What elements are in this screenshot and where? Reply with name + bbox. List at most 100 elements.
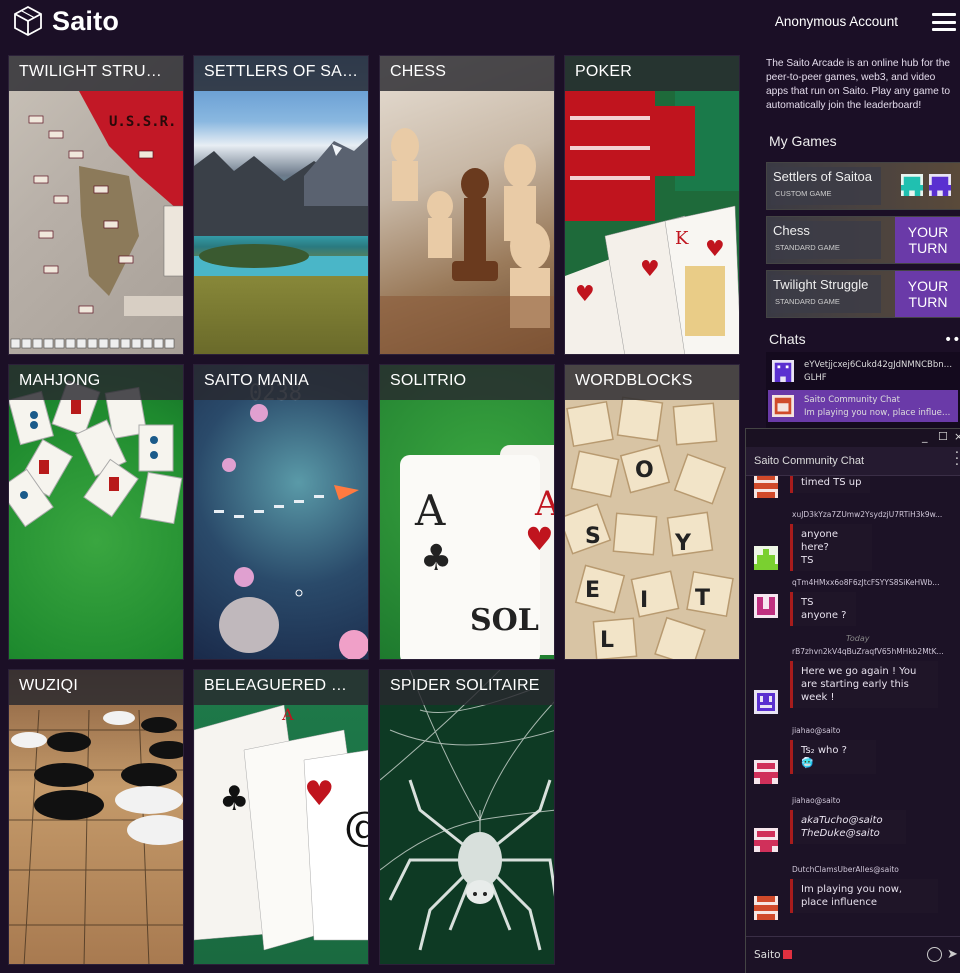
- saito-mania-art: 0238: [214, 381, 368, 659]
- svg-text:♥: ♥: [640, 257, 660, 282]
- your-turn-badge: YOUR TURN: [895, 217, 960, 263]
- user-avatar-icon: [754, 594, 778, 618]
- account-button[interactable]: Anonymous Account: [775, 14, 898, 29]
- close-icon[interactable]: ×: [954, 430, 960, 443]
- chat-message: akaTucho@saito TheDuke@saito: [790, 810, 906, 844]
- header: Saito Anonymous Account: [0, 0, 960, 46]
- arcade-intro-text: The Saito Arcade is an online hub for th…: [766, 58, 951, 111]
- game-title: MAHJONG: [9, 365, 183, 400]
- my-game-twilight-struggle[interactable]: Twilight Struggle STANDARD GAME YOUR TUR…: [766, 270, 960, 318]
- svg-text:L: L: [600, 628, 614, 653]
- svg-text:T: T: [695, 586, 710, 611]
- game-title: SETTLERS OF SAITOA: [194, 56, 368, 91]
- my-game-type: STANDARD GAME: [775, 243, 840, 252]
- day-separator: Today: [846, 634, 870, 643]
- user-avatar-icon: [754, 476, 778, 498]
- wuziqi-stones-art: [9, 709, 183, 964]
- chat-message: anyone here? TS: [790, 524, 872, 571]
- svg-text:A: A: [281, 705, 294, 724]
- more-options-icon[interactable]: •••: [944, 332, 960, 348]
- player-avatar-icon: [929, 174, 951, 196]
- my-game-name: Settlers of Saitoa: [773, 169, 872, 184]
- saito-cube-icon: [14, 5, 42, 37]
- message-sender: qTm4HMxx6o8F6zJtcFSYYS8SiKeHWb...: [792, 578, 940, 587]
- game-title: WUZIQI: [9, 670, 183, 705]
- game-title: BELEAGUERED CAS...: [194, 670, 368, 705]
- poker-cards-art: K ♥ ♥ ♥: [565, 91, 739, 354]
- text-cursor: [782, 950, 792, 959]
- chat-message: Im playing you now, place influence: [790, 879, 938, 913]
- chat-messages[interactable]: timed TS up xuJD3kYza7ZUmw2YsydzjU7RTiH3…: [746, 476, 960, 936]
- game-title: SOLITRIO: [380, 365, 554, 400]
- mountains-art: [194, 137, 368, 276]
- logo[interactable]: Saito: [12, 5, 119, 37]
- chess-pieces-art: [380, 128, 554, 354]
- chat-message: TS anyone ?: [790, 592, 856, 626]
- chat-name: eYVetjjcxej6Cukd42gJdNMNCBbn8Y...: [804, 360, 954, 370]
- game-title: TWILIGHT STRUGG...: [9, 56, 183, 91]
- svg-text:S: S: [585, 524, 601, 549]
- chat-input[interactable]: Saito ➤: [746, 936, 960, 973]
- message-sender: jiahao@saito: [792, 726, 841, 735]
- chat-avatar-icon: [772, 360, 794, 382]
- game-tile-wuziqi[interactable]: WUZIQI: [8, 669, 184, 965]
- game-tile-beleaguered-castle[interactable]: ♣ ♥ A @ BELEAGUERED CAS...: [193, 669, 369, 965]
- send-icon[interactable]: ➤: [947, 947, 958, 962]
- chat-window-titlebar[interactable]: _ ☐ ×: [746, 429, 960, 447]
- user-avatar-icon: [754, 760, 778, 784]
- game-title: SAITO MANIA: [194, 365, 368, 400]
- message-sender: xuJD3kYza7ZUmw2YsydzjU7RTiH3k9w...: [792, 510, 943, 519]
- game-tile-mahjong[interactable]: MAHJONG: [8, 364, 184, 660]
- svg-text:I: I: [640, 588, 648, 613]
- game-tile-solitrio[interactable]: A ♣ A ♥ SOL SOLITRIO: [379, 364, 555, 660]
- beleaguered-castle-cards-art: ♣ ♥ A @: [194, 704, 369, 951]
- chat-header: Saito Community Chat · · ·: [746, 447, 960, 476]
- chat-last-message: GLHF: [804, 373, 827, 383]
- hamburger-menu-icon[interactable]: [932, 13, 956, 31]
- my-game-settlers[interactable]: Settlers of Saitoa CUSTOM GAME: [766, 162, 960, 210]
- my-game-chess[interactable]: Chess STANDARD GAME YOUR TURN: [766, 216, 960, 264]
- chat-options-icon[interactable]: · · ·: [955, 447, 959, 472]
- maximize-icon[interactable]: ☐: [938, 430, 948, 443]
- game-tile-chess[interactable]: CHESS: [379, 55, 555, 355]
- svg-text:♥: ♥: [525, 520, 554, 558]
- my-game-name: Twilight Struggle: [773, 277, 869, 292]
- chat-window: _ ☐ × Saito Community Chat ··· timed TS …: [745, 428, 960, 973]
- chat-name: Saito Community Chat: [804, 395, 900, 405]
- svg-text:E: E: [585, 578, 600, 603]
- svg-text:@: @: [344, 804, 369, 850]
- game-title: POKER: [565, 56, 739, 91]
- chat-list: eYVetjjcxej6Cukd42gJdNMNCBbn8Y... GLHF S…: [766, 352, 960, 428]
- minimize-icon[interactable]: _: [922, 430, 928, 443]
- message-sender: jiahao@saito: [792, 796, 841, 805]
- chat-window-title: Saito Community Chat: [754, 455, 865, 467]
- svg-text:♣: ♣: [420, 538, 452, 579]
- game-tile-spider-solitaire[interactable]: SPIDER SOLITAIRE: [379, 669, 555, 965]
- logo-text: Saito: [52, 5, 120, 36]
- chat-list-item[interactable]: eYVetjjcxej6Cukd42gJdNMNCBbn8Y... GLHF: [768, 355, 958, 387]
- wordblocks-tiles-art: O S Y E I L T: [565, 396, 734, 659]
- svg-text:♥: ♥: [575, 282, 595, 307]
- chat-list-item-active[interactable]: Saito Community Chat Im playing you now,…: [768, 390, 958, 422]
- game-tile-wordblocks[interactable]: O S Y E I L T WORDBLOCKS: [564, 364, 740, 660]
- chat-input-text[interactable]: Saito: [754, 949, 792, 961]
- chat-message: Here we go again ! You are starting earl…: [790, 661, 938, 708]
- user-avatar-icon: [754, 546, 778, 570]
- svg-text:O: O: [635, 458, 654, 483]
- game-tile-saito-mania[interactable]: 0238 SAITO MANIA: [193, 364, 369, 660]
- game-tile-poker[interactable]: K ♥ ♥ ♥ POKER: [564, 55, 740, 355]
- chats-heading: Chats: [769, 331, 806, 347]
- my-games-heading: My Games: [769, 133, 837, 149]
- solitrio-cards-art: A ♣ A ♥ SOL: [400, 445, 554, 659]
- my-game-type: CUSTOM GAME: [775, 189, 832, 198]
- chat-last-message: Im playing you now, place influen...: [804, 408, 954, 418]
- user-avatar-icon: [754, 896, 778, 920]
- svg-text:♣: ♣: [219, 779, 249, 819]
- chat-message: Ts₂ who ? 🥶: [790, 740, 876, 774]
- user-avatar-icon: [754, 828, 778, 852]
- emoji-icon[interactable]: [927, 947, 942, 962]
- game-tile-twilight-struggle[interactable]: U.S.S.R. TWILIGHT STRUGG...: [8, 55, 184, 355]
- game-tile-settlers-of-saitoa[interactable]: SETTLERS OF SAITOA: [193, 55, 369, 355]
- my-game-name: Chess: [773, 223, 810, 238]
- message-sender: rB7zhvn2kV4qBuZraqfV65hMHkb2MtK...: [792, 647, 944, 656]
